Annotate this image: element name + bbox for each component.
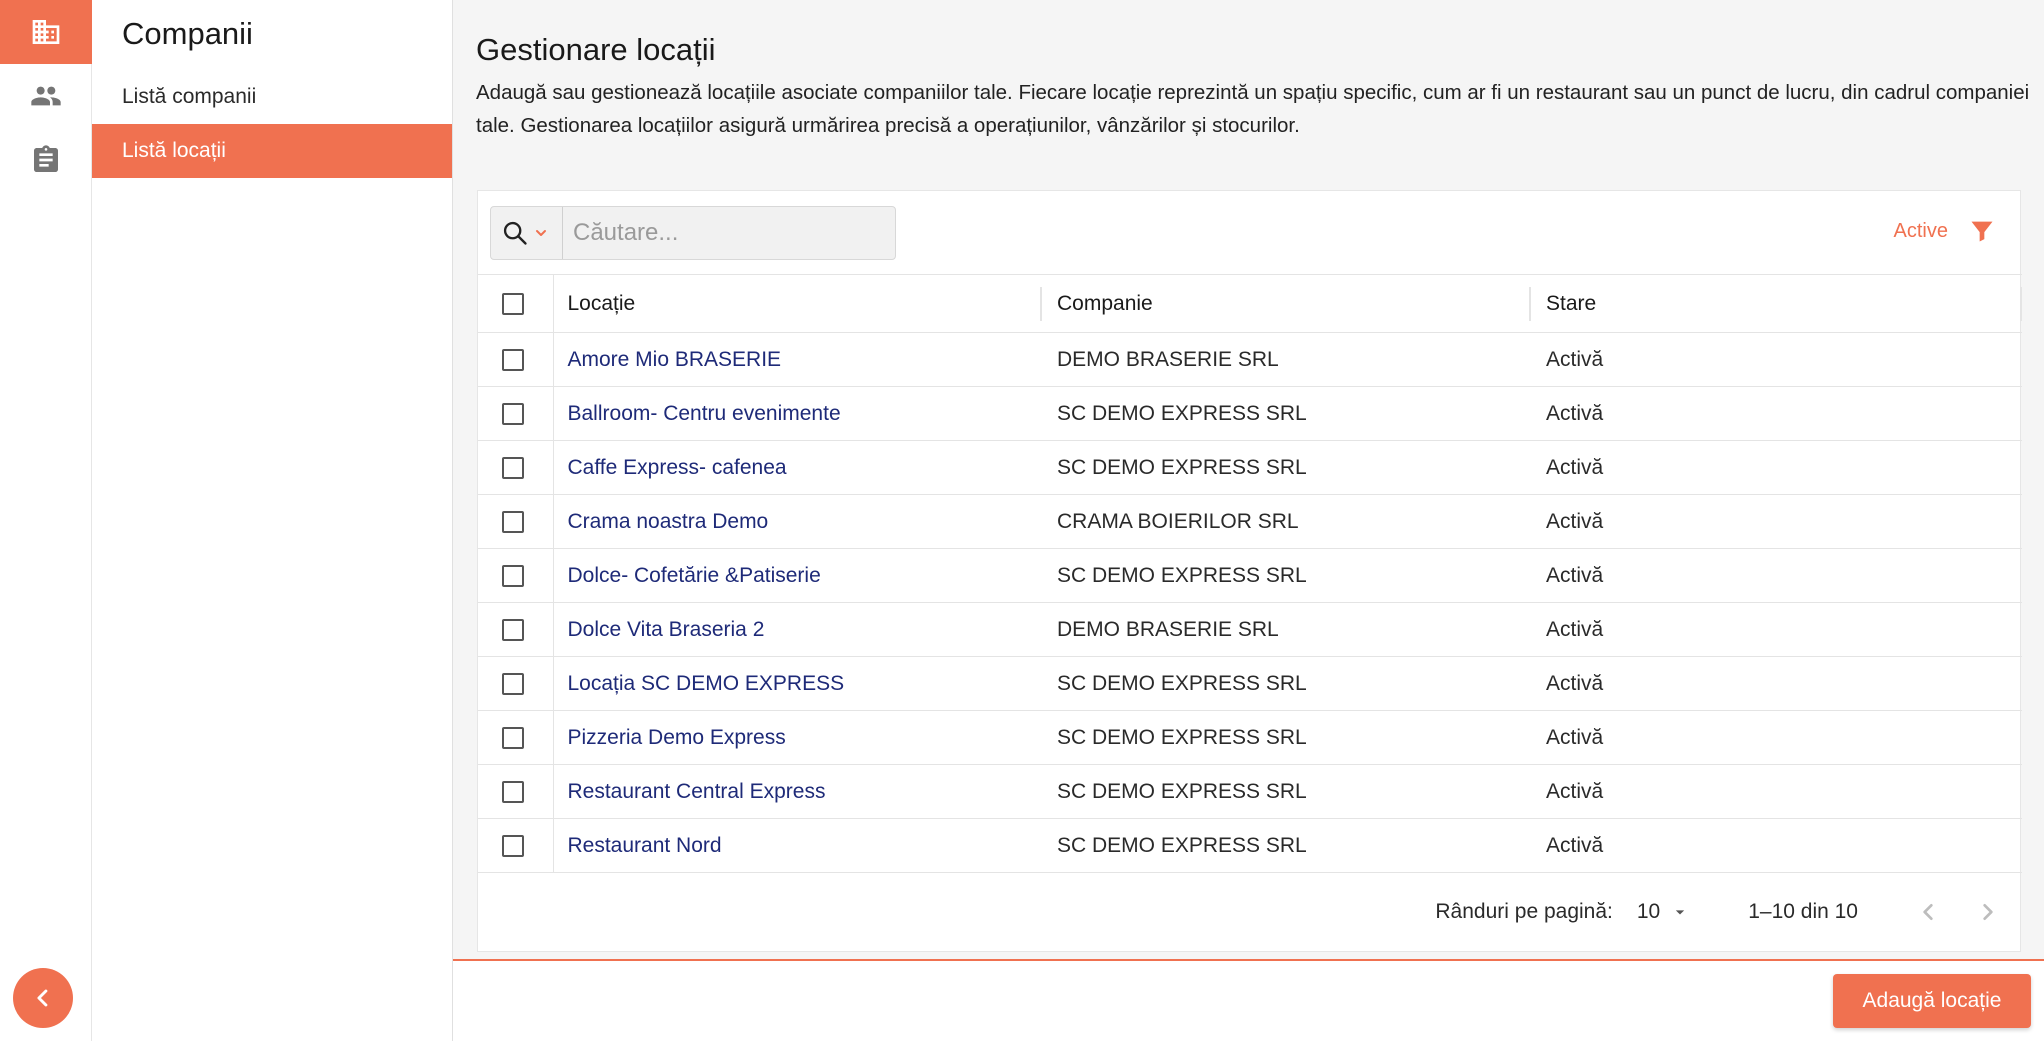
- people-icon: [31, 86, 61, 106]
- status-filter[interactable]: Active: [1894, 217, 1996, 245]
- select-all-cell: [478, 274, 554, 333]
- company-cell: SC DEMO EXPRESS SRL: [1042, 710, 1531, 765]
- table-pagination: Rânduri pe pagină: 10 1–10 din 10: [478, 873, 2022, 951]
- row-checkbox[interactable]: [502, 402, 524, 425]
- clipboard-icon: [34, 145, 58, 172]
- table-row[interactable]: Restaurant Central Express SC DEMO EXPRE…: [478, 764, 2022, 819]
- location-link[interactable]: Ballroom- Centru evenimente: [568, 402, 841, 425]
- sidebar-item-location-list[interactable]: Listă locații: [92, 124, 452, 178]
- company-cell: SC DEMO EXPRESS SRL: [1042, 386, 1531, 441]
- search-input[interactable]: [563, 219, 883, 247]
- chevron-left-icon: [37, 989, 48, 1007]
- row-checkbox[interactable]: [502, 618, 524, 641]
- row-checkbox[interactable]: [502, 564, 524, 587]
- filter-label: Active: [1893, 219, 1948, 242]
- column-header-location[interactable]: Locație: [553, 274, 1042, 333]
- status-cell: Activă: [1531, 818, 2022, 873]
- company-cell: DEMO BRASERIE SRL: [1042, 602, 1531, 657]
- reports-nav-button[interactable]: [0, 128, 92, 192]
- locations-table-card: Active Locație Companie Stare Amore Mio …: [477, 190, 2022, 952]
- row-checkbox[interactable]: [502, 348, 524, 371]
- location-link[interactable]: Crama noastra Demo: [568, 510, 769, 533]
- locations-table: Locație Companie Stare Amore Mio BRASERI…: [478, 274, 2022, 873]
- sidebar-item-company-list[interactable]: Listă companii: [92, 70, 452, 124]
- status-cell: Activă: [1531, 332, 2022, 387]
- main-content: Gestionare locații Adaugă sau gestioneaz…: [453, 0, 2044, 1041]
- status-cell: Activă: [1531, 710, 2022, 765]
- row-checkbox[interactable]: [502, 726, 524, 749]
- table-row[interactable]: Restaurant Nord SC DEMO EXPRESS SRL Acti…: [478, 818, 2022, 873]
- table-header-row: Locație Companie Stare: [478, 274, 2022, 333]
- action-bar: Adaugă locație: [453, 961, 2044, 1041]
- company-cell: DEMO BRASERIE SRL: [1042, 332, 1531, 387]
- status-cell: Activă: [1531, 386, 2022, 441]
- building-icon: [32, 20, 60, 44]
- location-link[interactable]: Restaurant Central Express: [568, 780, 826, 803]
- status-cell: Activă: [1531, 440, 2022, 495]
- row-checkbox[interactable]: [502, 510, 524, 533]
- company-cell: SC DEMO EXPRESS SRL: [1042, 656, 1531, 711]
- status-cell: Activă: [1531, 548, 2022, 603]
- add-location-button[interactable]: Adaugă locație: [1833, 974, 2031, 1028]
- row-checkbox[interactable]: [502, 456, 524, 479]
- column-header-status[interactable]: Stare: [1531, 274, 2022, 333]
- next-page-icon[interactable]: [1972, 896, 2004, 928]
- search-icon: [503, 221, 527, 245]
- filter-icon: [1971, 221, 1993, 242]
- table-row[interactable]: Pizzeria Demo Express SC DEMO EXPRESS SR…: [478, 710, 2022, 765]
- company-cell: SC DEMO EXPRESS SRL: [1042, 818, 1531, 873]
- company-cell: SC DEMO EXPRESS SRL: [1042, 440, 1531, 495]
- location-link[interactable]: Amore Mio BRASERIE: [568, 348, 782, 371]
- table-row[interactable]: Caffe Express- cafenea SC DEMO EXPRESS S…: [478, 440, 2022, 495]
- select-all-checkbox[interactable]: [502, 292, 524, 315]
- location-link[interactable]: Locația SC DEMO EXPRESS: [568, 672, 845, 695]
- table-row[interactable]: Ballroom- Centru evenimente SC DEMO EXPR…: [478, 386, 2022, 441]
- company-cell: SC DEMO EXPRESS SRL: [1042, 548, 1531, 603]
- status-cell: Activă: [1531, 494, 2022, 549]
- location-link[interactable]: Pizzeria Demo Express: [568, 726, 786, 749]
- row-checkbox[interactable]: [502, 834, 524, 857]
- status-cell: Activă: [1531, 602, 2022, 657]
- status-cell: Activă: [1531, 656, 2022, 711]
- collapse-sidebar-button[interactable]: [13, 968, 73, 1028]
- page-description: Adaugă sau gestionează locațiile asociat…: [476, 81, 2030, 137]
- users-nav-button[interactable]: [0, 64, 92, 128]
- company-cell: CRAMA BOIERILOR SRL: [1042, 494, 1531, 549]
- status-cell: Activă: [1531, 764, 2022, 819]
- table-row[interactable]: Crama noastra Demo CRAMA BOIERILOR SRL A…: [478, 494, 2022, 549]
- row-checkbox[interactable]: [502, 672, 524, 695]
- location-link[interactable]: Caffe Express- cafenea: [568, 456, 787, 479]
- page-title: Gestionare locații: [476, 32, 716, 67]
- location-link[interactable]: Restaurant Nord: [568, 834, 722, 857]
- caret-down-icon: [1676, 910, 1685, 915]
- pagination-range: 1–10 din 10: [1748, 900, 1858, 923]
- column-header-company[interactable]: Companie: [1042, 274, 1531, 333]
- secondary-sidebar: Companii Listă companii Listă locații: [92, 0, 453, 1041]
- icon-rail: [0, 0, 92, 1041]
- row-checkbox[interactable]: [502, 780, 524, 803]
- location-link[interactable]: Dolce- Cofetărie &Patiserie: [568, 564, 821, 587]
- pager-controls: [1912, 896, 2004, 928]
- sidebar-title: Companii: [122, 16, 253, 51]
- table-row[interactable]: Dolce- Cofetărie &Patiserie SC DEMO EXPR…: [478, 548, 2022, 603]
- table-row[interactable]: Dolce Vita Braseria 2 DEMO BRASERIE SRL …: [478, 602, 2022, 657]
- previous-page-icon[interactable]: [1912, 896, 1944, 928]
- rows-per-page-select[interactable]: 10: [1637, 900, 1690, 924]
- table-row[interactable]: Locația SC DEMO EXPRESS SC DEMO EXPRESS …: [478, 656, 2022, 711]
- rows-per-page-value: 10: [1636, 900, 1661, 923]
- rows-per-page-label: Rânduri pe pagină:: [1435, 900, 1613, 923]
- search-mode-toggle[interactable]: [491, 207, 563, 259]
- company-cell: SC DEMO EXPRESS SRL: [1042, 764, 1531, 819]
- location-link[interactable]: Dolce Vita Braseria 2: [568, 618, 765, 641]
- chevron-down-icon: [536, 230, 546, 236]
- search-box: [490, 206, 896, 260]
- companies-nav-button[interactable]: [0, 0, 92, 64]
- table-row[interactable]: Amore Mio BRASERIE DEMO BRASERIE SRL Act…: [478, 332, 2022, 387]
